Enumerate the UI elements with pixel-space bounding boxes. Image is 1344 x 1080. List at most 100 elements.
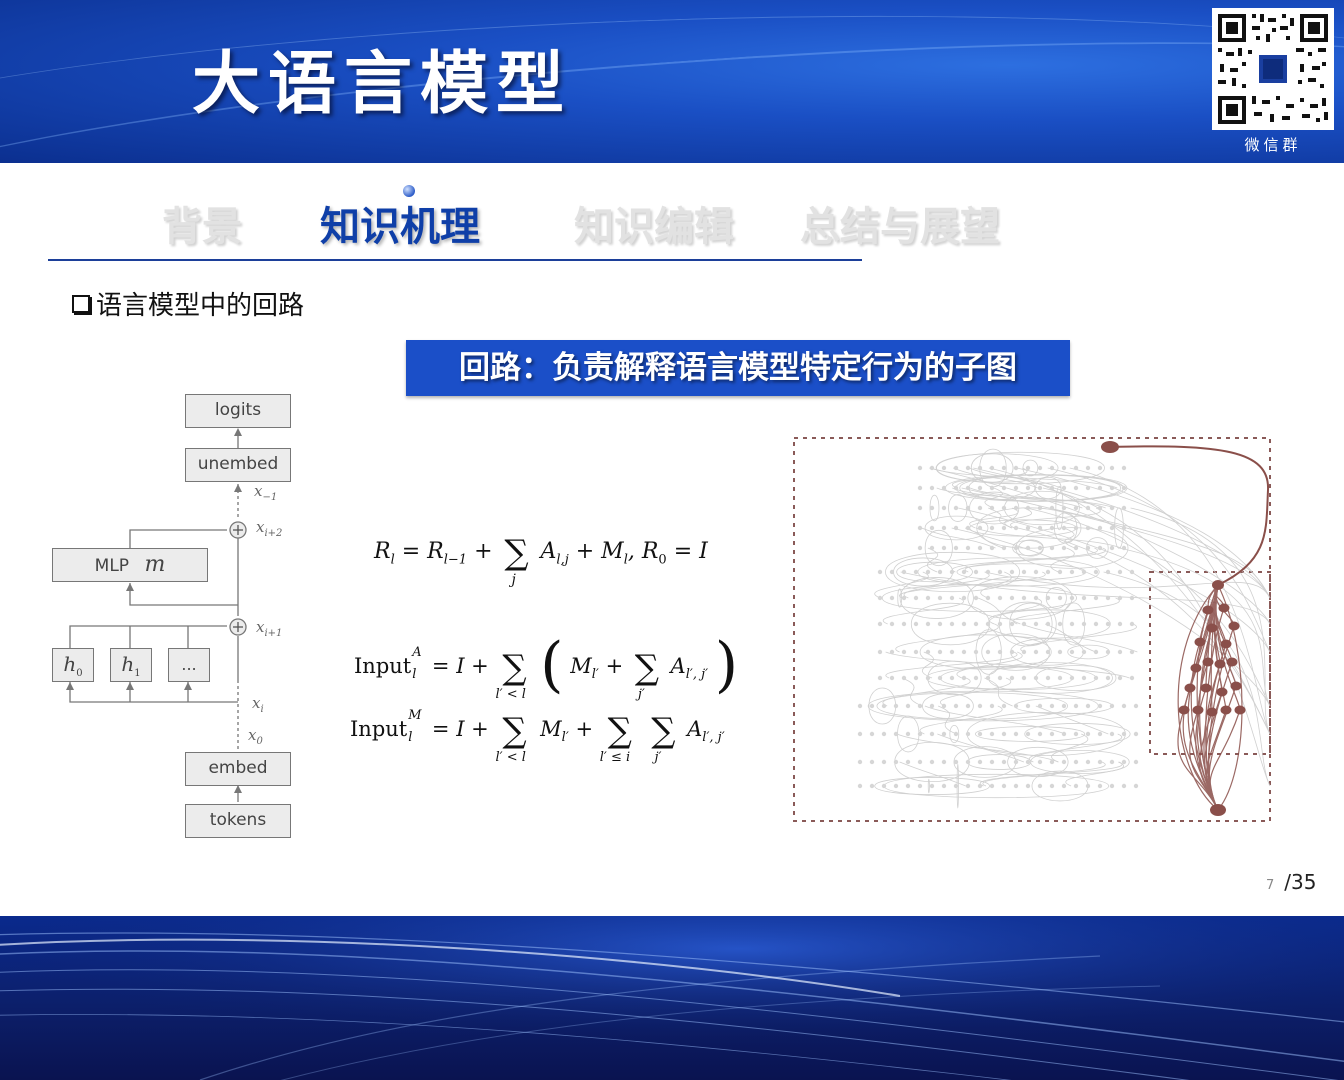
circuit-node — [1212, 580, 1224, 590]
slide-title: 大语言模型 — [192, 45, 573, 124]
circuit-node — [913, 649, 919, 655]
circuit-node — [1049, 545, 1055, 551]
circuit-node — [941, 759, 947, 765]
circuit-node — [901, 649, 907, 655]
circuit-node — [1009, 621, 1015, 627]
circuit-node — [1093, 621, 1099, 627]
circuit-node — [977, 505, 983, 511]
circuit-node — [937, 595, 943, 601]
circuit-node — [917, 545, 923, 551]
circuit-node — [1109, 505, 1115, 511]
circuit-node — [929, 703, 935, 709]
circuit-node — [1061, 465, 1067, 471]
circuit-node — [1085, 703, 1091, 709]
tab-knowledge-editing[interactable]: 知识编辑 — [574, 202, 734, 252]
circuit-graph-canvas — [793, 437, 1271, 822]
circuit-node — [1037, 545, 1043, 551]
circuit-node — [941, 703, 947, 709]
circuit-node — [917, 525, 923, 531]
circuit-node — [1061, 505, 1067, 511]
circuit-node — [977, 783, 983, 789]
circuit-node — [965, 759, 971, 765]
tab-summary-outlook[interactable]: 总结与展望 — [800, 202, 1000, 252]
circuit-node — [1105, 569, 1111, 575]
circuit-node — [941, 545, 947, 551]
sum-icon: ∑ — [651, 711, 676, 751]
circuit-node — [917, 703, 923, 709]
circuit-node — [929, 759, 935, 765]
circuit-node — [989, 731, 995, 737]
circuit-node — [1049, 465, 1055, 471]
circuit-node — [961, 595, 967, 601]
circuit-node — [989, 525, 995, 531]
circuit-node — [857, 759, 863, 765]
tab-background[interactable]: 背景 — [162, 202, 242, 252]
circuit-node — [1037, 759, 1043, 765]
circuit-node — [1105, 621, 1111, 627]
circuit-node — [989, 703, 995, 709]
circuit-node — [1001, 783, 1007, 789]
circuit-node — [1045, 675, 1051, 681]
page-number: 7/35 — [1266, 870, 1316, 894]
circuit-node — [1061, 545, 1067, 551]
circuit-node — [1037, 731, 1043, 737]
circuit-node — [1021, 569, 1027, 575]
circuit-node — [893, 703, 899, 709]
circuit-node — [949, 621, 955, 627]
circuit-node — [869, 703, 875, 709]
residual-label-0: x0 — [248, 726, 263, 747]
sum-icon: ∑ — [502, 711, 527, 751]
circuit-node — [889, 595, 895, 601]
sum-icon: ∑ — [502, 648, 527, 688]
circuit-node — [1133, 783, 1139, 789]
circuit-node — [1037, 783, 1043, 789]
circuit-node — [1085, 731, 1091, 737]
circuit-node — [1105, 595, 1111, 601]
circuit-node — [901, 595, 907, 601]
circuit-node — [913, 621, 919, 627]
unembed-box: unembed — [185, 448, 291, 482]
circuit-node — [1230, 681, 1242, 691]
circuit-node — [965, 783, 971, 789]
circuit-node — [901, 675, 907, 681]
total-pages: /35 — [1284, 870, 1317, 894]
circuit-node — [1073, 525, 1079, 531]
circuit-node — [917, 465, 923, 471]
circuit-node — [1045, 595, 1051, 601]
circuit-node — [929, 505, 935, 511]
circuit-node — [1117, 649, 1123, 655]
circuit-node — [965, 465, 971, 471]
circuit-node — [973, 595, 979, 601]
circuit-node — [1057, 595, 1063, 601]
circuit-node — [1061, 759, 1067, 765]
circuit-node — [857, 703, 863, 709]
circuit-node — [953, 545, 959, 551]
circuit-node — [965, 505, 971, 511]
circuit-node — [1069, 569, 1075, 575]
circuit-node — [1081, 595, 1087, 601]
residual-label-last: x−1 — [254, 482, 278, 503]
circuit-node — [953, 465, 959, 471]
circuit-node — [1194, 637, 1206, 647]
tokens-box: tokens — [185, 804, 291, 838]
circuit-node — [1121, 783, 1127, 789]
circuit-node — [881, 783, 887, 789]
circuit-node — [1013, 525, 1019, 531]
tab-knowledge-mechanism[interactable]: 知识机理 — [320, 202, 480, 252]
circuit-node — [961, 569, 967, 575]
circuit-node — [1081, 675, 1087, 681]
circuit-node — [1057, 569, 1063, 575]
circuit-node — [985, 621, 991, 627]
circuit-node — [973, 675, 979, 681]
circuit-node — [1129, 675, 1135, 681]
circuit-node — [1021, 621, 1027, 627]
circuit-node — [1218, 603, 1230, 613]
circuit-node — [989, 505, 995, 511]
circuit-node — [1192, 705, 1204, 715]
circuit-node — [953, 505, 959, 511]
circuit-node — [1013, 545, 1019, 551]
circuit-node — [1073, 703, 1079, 709]
circuit-node — [1009, 595, 1015, 601]
circuit-node — [1129, 621, 1135, 627]
circuit-node — [881, 759, 887, 765]
